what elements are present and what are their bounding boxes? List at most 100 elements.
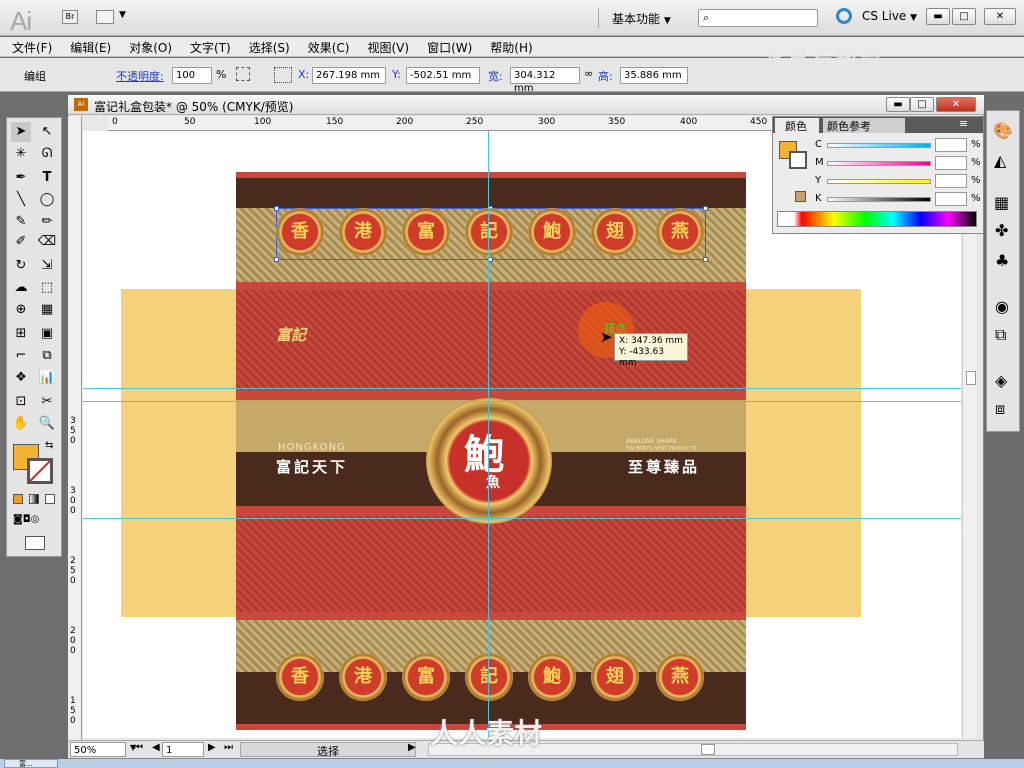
next-page-icon[interactable]: ▶ [208,742,216,753]
swap-fill-stroke-icon[interactable]: ⇆ [45,440,53,451]
y-value-field[interactable] [935,174,967,188]
menu-type[interactable]: 文字(T) [178,37,237,56]
symbols-icon[interactable]: ♣ [995,251,1009,270]
first-page-icon[interactable]: ⏮ [134,742,143,753]
lasso-icon[interactable]: ᘏ [37,144,57,164]
artboards-icon[interactable]: ⧈ [995,399,1005,419]
menu-help[interactable]: 帮助(H) [478,37,538,56]
bridge-button[interactable]: Br [62,10,78,24]
status-menu-icon[interactable]: ▶ [408,742,416,753]
selection-handle[interactable] [703,257,708,262]
selection-handle[interactable] [274,257,279,262]
symbol-sprayer-icon[interactable]: ❖ [11,368,31,388]
blob-brush-icon[interactable]: ✐ [11,232,31,252]
m-value-field[interactable] [935,156,967,170]
link-proportions-icon[interactable]: ∞ [584,67,593,80]
selection-tool-icon[interactable]: ➤ [11,122,31,142]
slider-k[interactable] [827,197,931,202]
artboard-tool-icon[interactable]: ⊡ [11,392,31,412]
eyedropper-icon[interactable]: ⌐ [11,346,31,366]
horizontal-guide[interactable] [83,518,961,519]
maximize-button[interactable]: □ [952,8,976,25]
reference-point-icon[interactable] [274,67,292,83]
minimize-button[interactable]: ▬ [926,8,950,25]
top-disc-4[interactable]: 記 [465,208,513,256]
opacity-field[interactable]: 100 [172,67,212,84]
pen-tool-icon[interactable]: ✒ [11,168,31,188]
layers-icon[interactable]: ◈ [995,371,1007,390]
taskbar-item[interactable]: 富... [4,759,58,768]
zoom-tool-icon[interactable]: 🔍 [37,414,57,434]
mesh-tool-icon[interactable]: ⊞ [11,324,31,344]
gradient-tool-icon[interactable]: ▣ [37,324,57,344]
top-disc-2[interactable]: 港 [339,208,387,256]
screen-mode-icon[interactable] [25,536,45,550]
top-disc-5[interactable]: 鮑 [528,208,576,256]
recolor-icon[interactable] [236,67,250,81]
last-page-icon[interactable]: ⏭ [224,742,233,753]
magic-wand-icon[interactable]: ✳ [11,144,31,164]
tab-color-guide[interactable]: 颜色参考 [823,118,905,133]
x-field[interactable]: 267.198 mm [312,67,386,84]
menu-effect[interactable]: 效果(C) [296,37,356,56]
top-disc-6[interactable]: 翅 [591,208,639,256]
perspective-grid-icon[interactable]: ▦ [37,300,57,320]
top-disc-3[interactable]: 富 [402,208,450,256]
vertical-scroll-thumb[interactable] [966,371,976,385]
slider-m[interactable] [827,161,931,166]
shape-builder-icon[interactable]: ⊕ [11,300,31,320]
scale-tool-icon[interactable]: ⇲ [37,256,57,276]
type-tool-icon[interactable]: T [37,168,57,188]
stroke-swatch[interactable] [27,458,53,484]
cs-live-button[interactable]: CS Live ▼ [862,9,917,23]
blend-tool-icon[interactable]: ⧉ [37,346,57,366]
page-field[interactable]: 1 [162,742,204,757]
arrange-documents-icon[interactable] [96,10,114,24]
pencil-icon[interactable]: ✏ [37,212,57,232]
panel-stroke-swatch[interactable] [789,151,807,169]
gradient-mode-icon[interactable] [29,494,39,504]
prev-page-icon[interactable]: ◀ [152,742,160,753]
line-tool-icon[interactable]: ╲ [11,190,31,210]
horizontal-guide[interactable] [83,401,961,402]
hand-tool-icon[interactable]: ✋ [11,414,31,434]
zoom-field[interactable]: 50% [70,742,126,757]
direct-selection-tool-icon[interactable]: ↖ [37,122,57,142]
color-mode-icon[interactable] [13,494,23,504]
c-value-field[interactable] [935,138,967,152]
close-button[interactable]: ✕ [984,8,1016,25]
panel-menu-icon[interactable]: ≡ [959,117,968,130]
search-input[interactable]: ⌕ [698,9,818,27]
status-mode[interactable]: 选择 [240,742,416,758]
opacity-label[interactable]: 不透明度: [116,68,164,84]
color-spectrum[interactable] [777,211,977,227]
workspace-switcher[interactable]: 基本功能 ▼ [612,10,671,27]
out-of-gamut-swatch[interactable] [795,191,806,202]
draw-mode-icons[interactable]: ◙◘◎ [13,514,53,528]
doc-close-button[interactable]: ✕ [936,97,976,112]
menu-edit[interactable]: 编辑(E) [58,37,117,56]
vertical-ruler[interactable]: 3 5 0 3 0 0 2 5 0 2 0 0 1 5 0 [68,116,82,740]
ellipse-tool-icon[interactable]: ◯ [37,190,57,210]
bottom-disc-6[interactable]: 翅 [591,653,639,701]
free-transform-icon[interactable]: ⬚ [37,278,57,298]
doc-minimize-button[interactable]: ▬ [886,97,910,112]
height-field[interactable]: 35.886 mm [620,67,688,84]
selection-handle[interactable] [703,206,708,211]
top-disc-7[interactable]: 燕 [656,208,704,256]
graphic-styles-icon[interactable]: ⧉ [995,325,1006,345]
doc-restore-button[interactable]: □ [910,97,934,112]
arrange-dropdown-icon[interactable]: ▼ [119,10,126,20]
tab-color[interactable]: 颜色 [775,118,819,133]
menu-view[interactable]: 视图(V) [355,37,415,56]
menu-window[interactable]: 窗口(W) [415,37,478,56]
eraser-icon[interactable]: ⌫ [37,232,57,252]
menu-object[interactable]: 对象(O) [117,37,178,56]
bottom-disc-5[interactable]: 鮑 [528,653,576,701]
graph-tool-icon[interactable]: 📊 [37,368,57,388]
bottom-disc-7[interactable]: 燕 [656,653,704,701]
rotate-tool-icon[interactable]: ↻ [11,256,31,276]
width-field[interactable]: 304.312 mm [510,67,580,94]
appearance-icon[interactable]: ◉ [995,297,1009,316]
menu-file[interactable]: 文件(F) [0,37,58,56]
